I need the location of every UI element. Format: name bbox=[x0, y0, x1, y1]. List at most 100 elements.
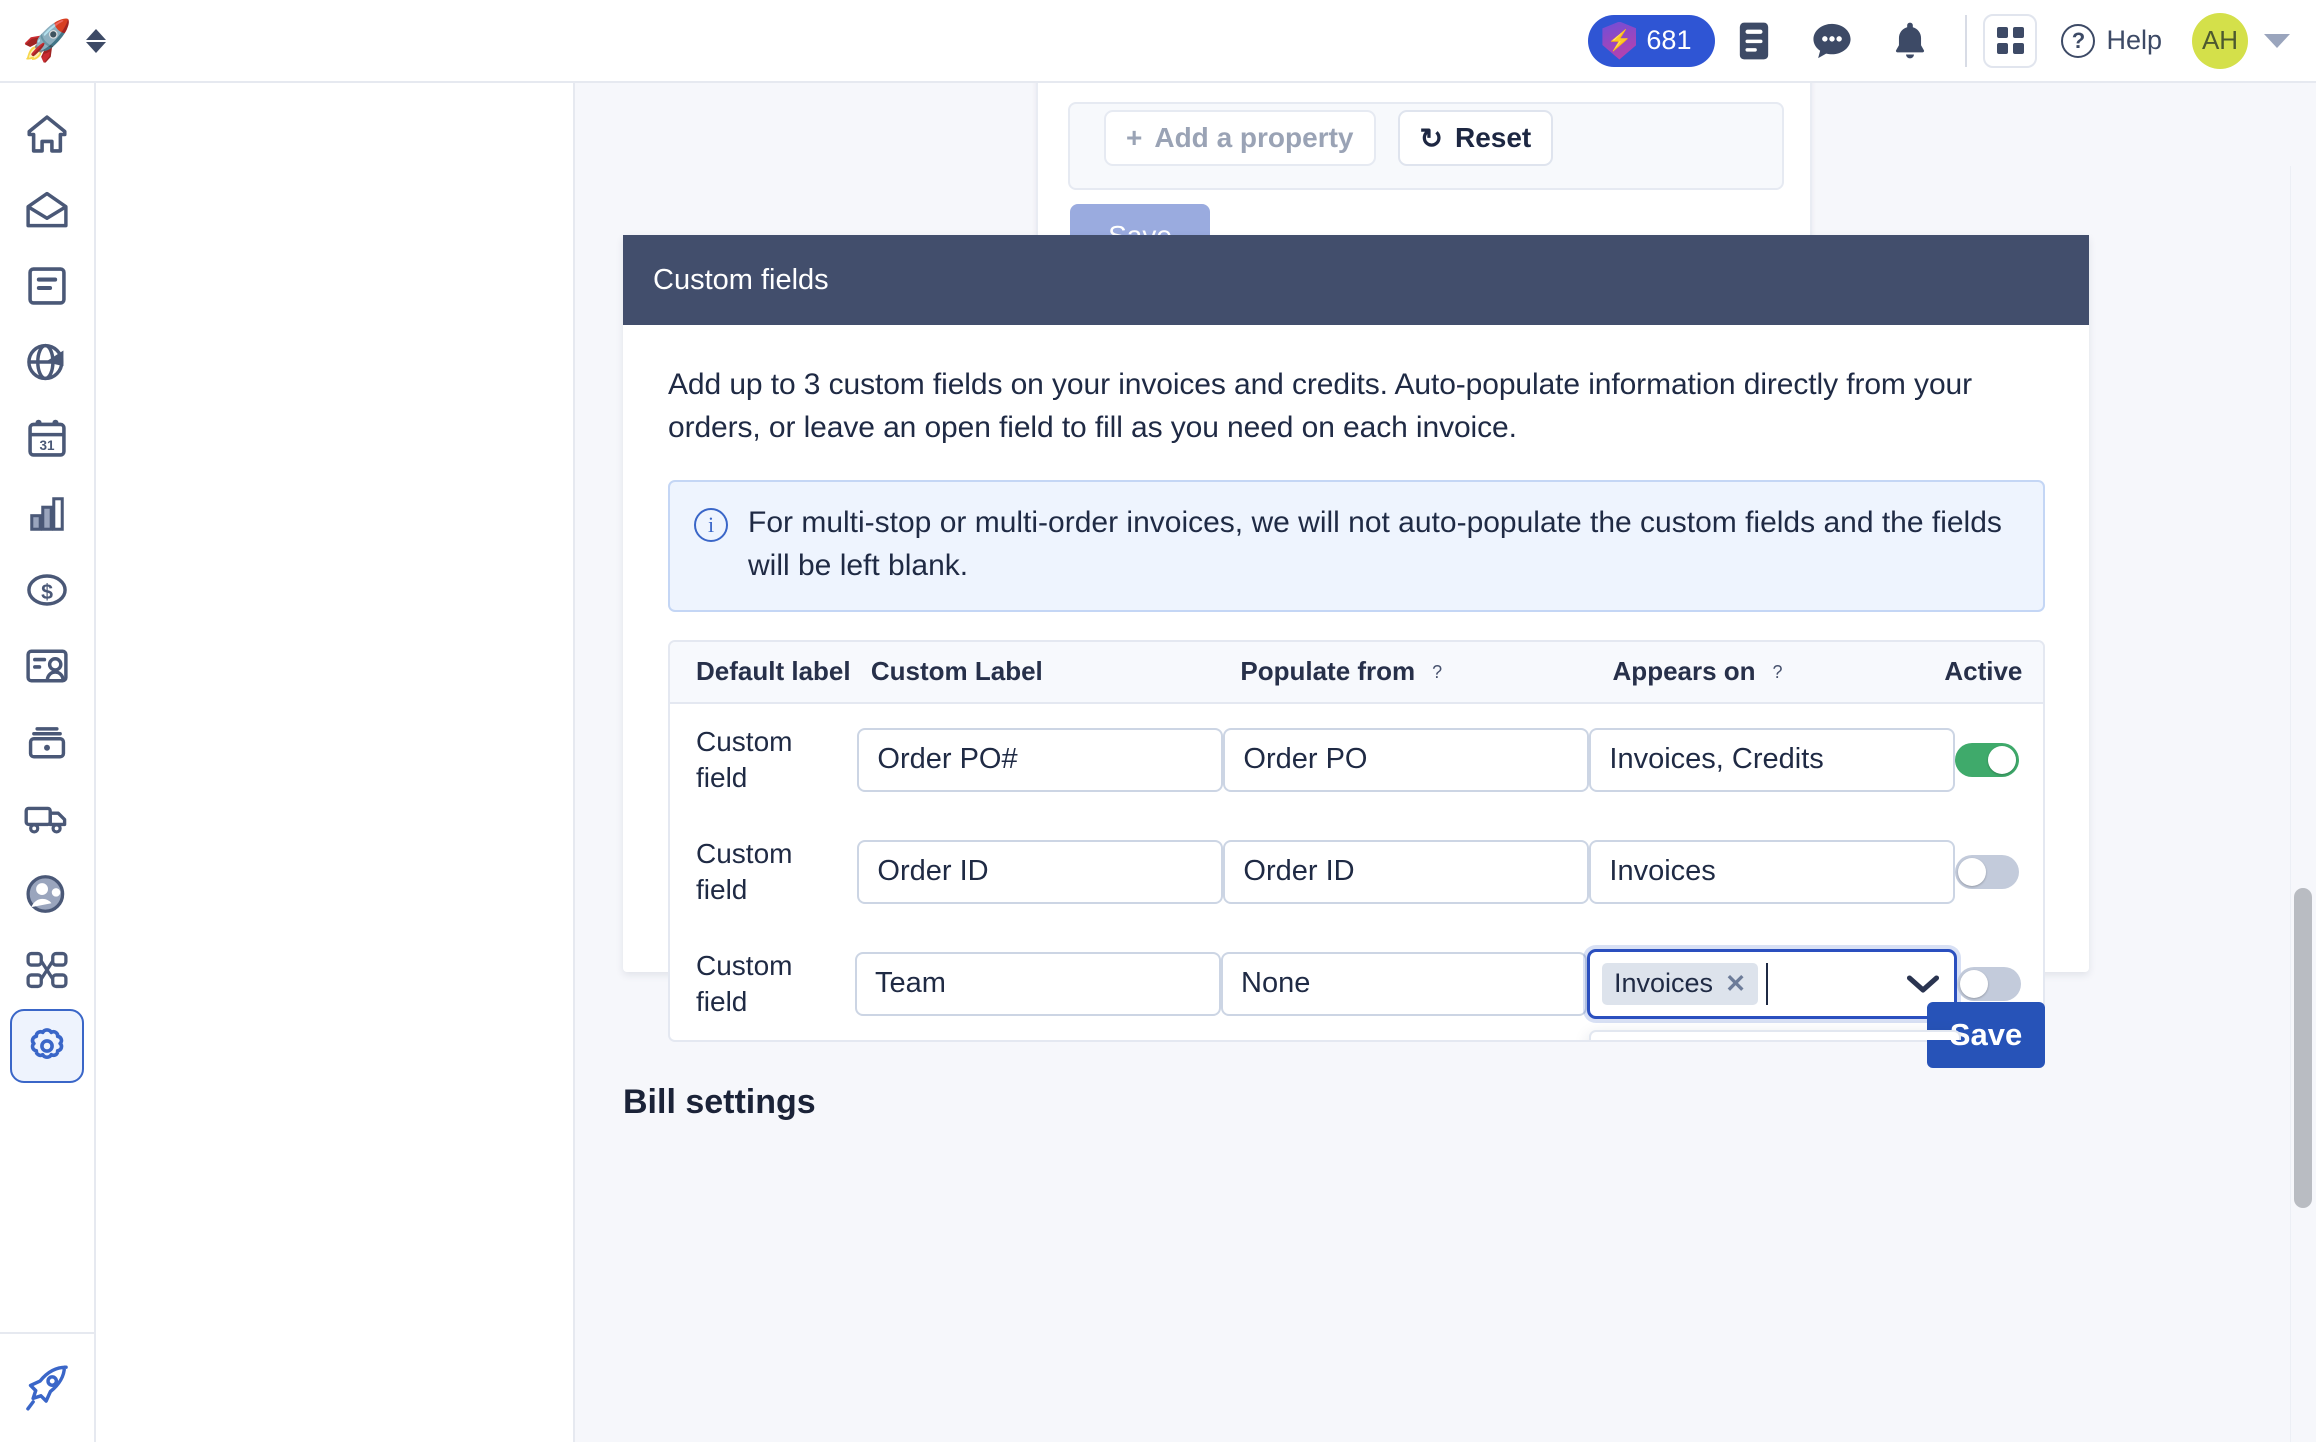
help-button[interactable]: ? Help bbox=[2061, 23, 2162, 58]
help-label: Help bbox=[2106, 25, 2162, 55]
row-default-label: Custom field bbox=[696, 725, 793, 793]
toolbar-divider bbox=[1965, 14, 1968, 67]
left-icon-rail: 31 $ bbox=[0, 83, 96, 1442]
appears-on-select[interactable]: Invoices, Credits bbox=[1589, 727, 1956, 792]
row-populate-from-cell: None bbox=[1221, 951, 1587, 1016]
chip-label: Invoices bbox=[1614, 968, 1714, 999]
grid-apps-icon[interactable] bbox=[1983, 13, 2038, 68]
refresh-icon: ↻ bbox=[1419, 122, 1443, 154]
top-navigation-bar: 🚀 ⚡ 681 ? Help AH bbox=[0, 0, 2316, 83]
populate-from-select[interactable]: Order PO bbox=[1223, 727, 1590, 792]
table-row: Custom field Team None Invoices ✕ bbox=[670, 927, 2043, 1040]
column-header-appears-on: Appears on? bbox=[1613, 656, 1945, 687]
sidebar-item-calendar[interactable]: 31 bbox=[10, 401, 84, 475]
bell-icon[interactable] bbox=[1871, 0, 1949, 82]
reset-label: Reset bbox=[1454, 122, 1532, 153]
row-custom-label-cell: Order ID bbox=[857, 839, 1224, 904]
secondary-nav-panel bbox=[96, 83, 575, 1442]
question-circle-icon[interactable]: ? bbox=[1424, 660, 1450, 686]
custom-fields-card: Custom fields Add up to 3 custom fields … bbox=[623, 235, 2089, 1068]
vertical-scrollbar-track[interactable] bbox=[2290, 166, 2316, 1442]
chevron-down-icon[interactable] bbox=[2264, 33, 2290, 48]
avatar[interactable]: AH bbox=[2192, 12, 2248, 69]
sidebar-item-people[interactable] bbox=[10, 857, 84, 931]
rail-bottom-section bbox=[0, 1332, 94, 1442]
table-header-row: Default label Custom Label Populate from… bbox=[670, 641, 2043, 704]
custom-label-input[interactable]: Order PO# bbox=[857, 727, 1224, 792]
custom-label-input[interactable]: Order ID bbox=[857, 839, 1224, 904]
active-toggle[interactable] bbox=[1955, 854, 2020, 889]
add-a-property-label: Add a property bbox=[1154, 122, 1354, 153]
populate-from-select[interactable]: Order ID bbox=[1223, 839, 1590, 904]
shield-bolt-icon: ⚡ bbox=[1602, 21, 1637, 60]
chat-icon[interactable] bbox=[1793, 0, 1871, 82]
table-row: Custom field Order ID Order ID Invoices bbox=[670, 815, 2043, 928]
sidebar-item-documents[interactable] bbox=[10, 249, 84, 323]
brand-logo-area[interactable]: 🚀 bbox=[0, 21, 145, 61]
column-header-active: Active bbox=[1944, 656, 2023, 687]
sidebar-item-home[interactable] bbox=[10, 97, 84, 171]
sidebar-item-settings[interactable] bbox=[10, 1009, 84, 1083]
appears-on-select[interactable]: Invoices bbox=[1589, 839, 1956, 904]
row-active-cell bbox=[1955, 742, 2043, 777]
custom-fields-header: Custom fields bbox=[623, 235, 2089, 325]
custom-fields-description: Add up to 3 custom fields on your invoic… bbox=[668, 368, 1973, 445]
plus-icon: + bbox=[1126, 122, 1143, 153]
vertical-scrollbar-thumb[interactable] bbox=[2294, 888, 2312, 1208]
sidebar-item-billing[interactable]: $ bbox=[10, 553, 84, 627]
custom-label-input[interactable]: Team bbox=[855, 951, 1221, 1016]
dropdown-option-invoices[interactable]: ✓ Invoices bbox=[1591, 1032, 1959, 1040]
appears-on-dropdown-menu: ✓ Invoices Credits bbox=[1589, 1029, 1961, 1040]
column-header-default-label: Default label bbox=[696, 656, 851, 687]
custom-fields-body: Add up to 3 custom fields on your invoic… bbox=[623, 325, 2089, 1068]
column-header-appears-on-label: Appears on bbox=[1612, 656, 1756, 687]
appears-on-multiselect[interactable]: Invoices ✕ ✓ Invoices bbox=[1587, 948, 1961, 1040]
row-custom-label-cell: Team bbox=[855, 951, 1221, 1016]
active-toggle[interactable] bbox=[1955, 742, 2020, 777]
sidebar-item-integrations[interactable] bbox=[10, 933, 84, 1007]
populate-from-select[interactable]: None bbox=[1221, 951, 1587, 1016]
svg-text:$: $ bbox=[41, 580, 53, 604]
question-circle-icon[interactable]: ? bbox=[1765, 660, 1791, 686]
custom-fields-title: Custom fields bbox=[653, 263, 829, 296]
chevron-down-icon[interactable] bbox=[1904, 972, 1942, 996]
question-circle-icon: ? bbox=[2061, 23, 2096, 58]
property-buttons-row: + Add a property ↻ Reset bbox=[1068, 102, 1784, 190]
row-active-cell bbox=[1957, 966, 2043, 1001]
add-a-property-button[interactable]: + Add a property bbox=[1104, 110, 1376, 166]
sidebar-item-reports[interactable] bbox=[10, 477, 84, 551]
close-x-icon[interactable]: ✕ bbox=[1725, 969, 1746, 999]
sidebar-item-inbox[interactable] bbox=[10, 173, 84, 247]
text-cursor bbox=[1766, 962, 1769, 1005]
reset-button[interactable]: ↻ Reset bbox=[1397, 110, 1554, 166]
svg-text:31: 31 bbox=[39, 438, 55, 453]
up-down-caret-icon[interactable] bbox=[85, 28, 106, 53]
rocket-icon[interactable] bbox=[21, 1362, 73, 1414]
row-active-cell bbox=[1955, 854, 2043, 889]
row-appears-on-cell: Invoices ✕ ✓ Invoices bbox=[1587, 948, 1961, 1040]
row-populate-from-cell: Order PO bbox=[1223, 727, 1590, 792]
sidebar-item-globe-chart[interactable] bbox=[10, 325, 84, 399]
sidebar-item-contacts[interactable] bbox=[10, 629, 84, 703]
custom-fields-table: Default label Custom Label Populate from… bbox=[668, 639, 2045, 1042]
info-banner: i For multi-stop or multi-order invoices… bbox=[668, 480, 2045, 612]
top-bar-actions: ⚡ 681 ? Help AH bbox=[1588, 0, 2316, 82]
info-circle-icon: i bbox=[694, 508, 728, 543]
row-populate-from-cell: Order ID bbox=[1223, 839, 1590, 904]
notes-icon[interactable] bbox=[1715, 0, 1793, 82]
bill-settings-title: Bill settings bbox=[623, 1083, 816, 1121]
row-appears-on-cell: Invoices bbox=[1589, 839, 1956, 904]
row-default-label: Custom field bbox=[696, 837, 793, 905]
selected-chip-invoices: Invoices ✕ bbox=[1602, 962, 1759, 1005]
row-default-label: Custom field bbox=[696, 949, 793, 1017]
credits-badge[interactable]: ⚡ 681 bbox=[1588, 14, 1716, 67]
sidebar-item-archive[interactable] bbox=[10, 705, 84, 779]
column-header-custom-label: Custom Label bbox=[870, 656, 1043, 687]
row-custom-label-cell: Order PO# bbox=[857, 727, 1224, 792]
info-banner-text: For multi-stop or multi-order invoices, … bbox=[748, 506, 2002, 582]
active-toggle[interactable] bbox=[1957, 966, 2021, 1001]
column-header-populate-from-label: Populate from bbox=[1240, 656, 1416, 687]
table-row: Custom field Order PO# Order PO Invoices… bbox=[670, 703, 2043, 816]
column-header-populate-from: Populate from? bbox=[1240, 656, 1612, 687]
sidebar-item-fleet[interactable] bbox=[10, 781, 84, 855]
